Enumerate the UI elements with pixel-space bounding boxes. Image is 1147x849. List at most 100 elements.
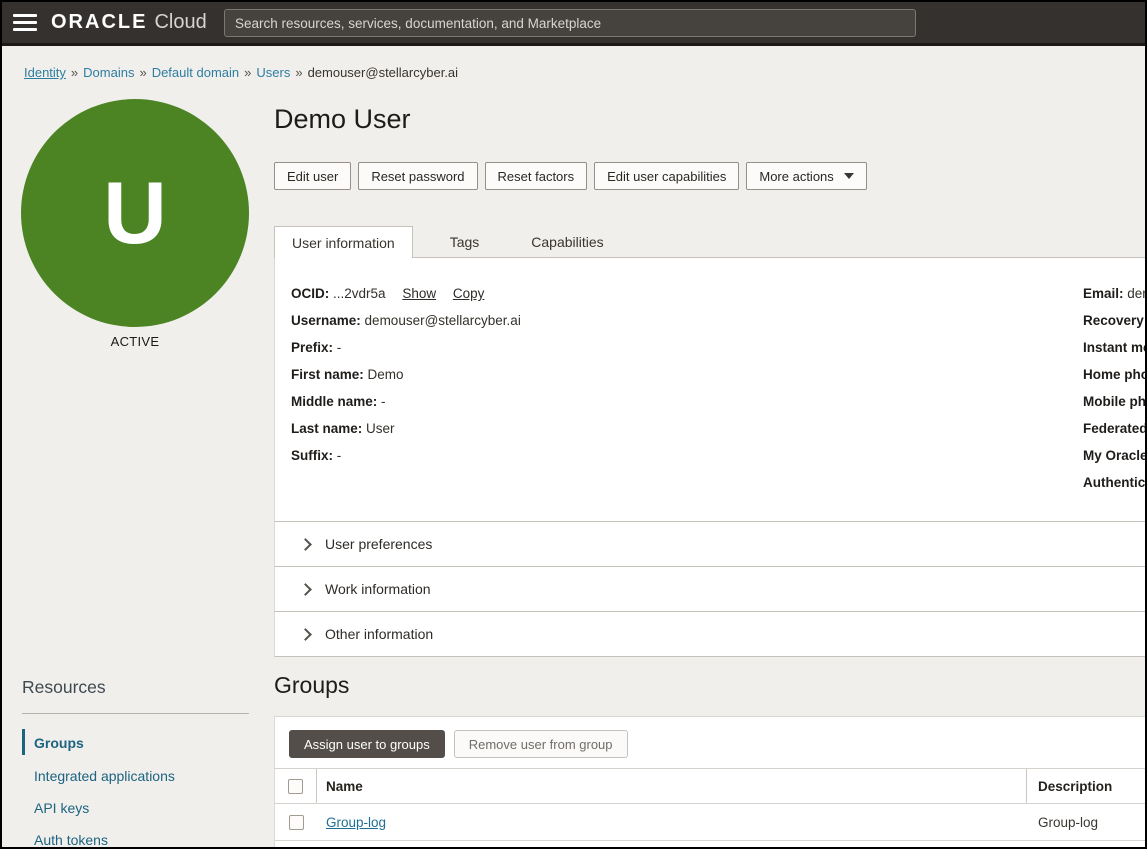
- resources-divider: [22, 713, 249, 714]
- brand-cloud: Cloud: [154, 11, 206, 34]
- email-value: dem: [1127, 286, 1147, 301]
- groups-toolbar: Assign user to groups Remove user from g…: [289, 730, 628, 758]
- suffix-field: Suffix: -: [291, 442, 521, 469]
- email-label: Email:: [1083, 286, 1124, 301]
- first-name-label: First name:: [291, 367, 364, 382]
- breadcrumb-identity[interactable]: Identity: [24, 65, 66, 80]
- more-actions-button[interactable]: More actions: [746, 162, 866, 190]
- edit-user-button[interactable]: Edit user: [274, 162, 351, 190]
- username-value: demouser@stellarcyber.ai: [365, 313, 521, 328]
- recovery-email-label: Recovery e: [1083, 313, 1147, 328]
- first-name-field: First name: Demo: [291, 361, 521, 388]
- assign-user-to-groups-button[interactable]: Assign user to groups: [289, 730, 445, 758]
- group-description-cell: Group-log: [1027, 815, 1098, 830]
- groups-table: Name Description Group-log Group-log: [275, 768, 1145, 841]
- last-name-value: User: [366, 421, 395, 436]
- page-title: Demo User: [274, 104, 411, 135]
- username-field: Username: demouser@stellarcyber.ai: [291, 307, 521, 334]
- user-actions-toolbar: Edit user Reset password Reset factors E…: [274, 162, 867, 190]
- oracle-cloud-logo[interactable]: ORACLE Cloud: [51, 11, 207, 34]
- section-user-preferences[interactable]: User preferences: [274, 521, 1145, 566]
- groups-panel: Assign user to groups Remove user from g…: [274, 716, 1145, 849]
- select-all-cell: [275, 769, 317, 803]
- last-name-field: Last name: User: [291, 415, 521, 442]
- edit-user-capabilities-button[interactable]: Edit user capabilities: [594, 162, 739, 190]
- sidebar-item-auth-tokens[interactable]: Auth tokens: [34, 832, 108, 848]
- federated-field: Federated:: [1083, 415, 1147, 442]
- chevron-right-icon: [299, 538, 312, 551]
- row-checkbox[interactable]: [289, 815, 304, 830]
- top-navigation-bar: ORACLE Cloud: [2, 2, 1145, 46]
- last-name-label: Last name:: [291, 421, 362, 436]
- ocid-field: OCID: ...2vdr5a Show Copy: [291, 280, 521, 307]
- breadcrumb-domains[interactable]: Domains: [83, 65, 134, 80]
- my-oracle-field: My Oracle: [1083, 442, 1147, 469]
- prefix-field: Prefix: -: [291, 334, 521, 361]
- instant-messaging-label: Instant mes: [1083, 340, 1147, 355]
- prefix-label: Prefix:: [291, 340, 333, 355]
- tab-tags[interactable]: Tags: [433, 226, 497, 257]
- breadcrumb-separator: »: [244, 65, 251, 80]
- sidebar-item-api-keys[interactable]: API keys: [34, 800, 89, 816]
- tab-user-information[interactable]: User information: [274, 226, 413, 258]
- search-input[interactable]: [224, 9, 916, 37]
- mobile-phone-field: Mobile pho: [1083, 388, 1147, 415]
- mobile-phone-label: Mobile pho: [1083, 394, 1147, 409]
- username-label: Username:: [291, 313, 361, 328]
- section-work-information[interactable]: Work information: [274, 566, 1145, 611]
- chevron-down-icon: [844, 173, 854, 179]
- row-select-cell: [275, 804, 317, 840]
- groups-title: Groups: [274, 672, 349, 699]
- remove-user-from-group-button[interactable]: Remove user from group: [454, 730, 628, 758]
- ocid-show-link[interactable]: Show: [402, 286, 436, 301]
- sidebar-active-indicator: [22, 729, 25, 755]
- authentication-label: Authentica: [1083, 475, 1147, 490]
- middle-name-field: Middle name: -: [291, 388, 521, 415]
- user-info-left-column: OCID: ...2vdr5a Show Copy Username: demo…: [291, 280, 521, 469]
- middle-name-label: Middle name:: [291, 394, 377, 409]
- select-all-checkbox[interactable]: [288, 779, 303, 794]
- federated-label: Federated:: [1083, 421, 1147, 436]
- hamburger-menu-icon[interactable]: [13, 14, 37, 31]
- user-avatar: U: [21, 99, 249, 327]
- home-phone-label: Home phon: [1083, 367, 1147, 382]
- first-name-value: Demo: [368, 367, 404, 382]
- table-row: Group-log Group-log: [275, 804, 1145, 841]
- breadcrumb-separator: »: [295, 65, 302, 80]
- resources-title: Resources: [22, 677, 106, 698]
- breadcrumb-separator: »: [71, 65, 78, 80]
- detail-tabs: User information Tags Capabilities: [274, 226, 1145, 258]
- tab-capabilities[interactable]: Capabilities: [514, 226, 620, 257]
- sidebar-item-integrated-applications[interactable]: Integrated applications: [34, 768, 175, 784]
- ocid-value: ...2vdr5a: [333, 286, 386, 301]
- suffix-value: -: [337, 448, 342, 463]
- chevron-right-icon: [299, 628, 312, 641]
- breadcrumb-current-user: demouser@stellarcyber.ai: [308, 65, 458, 80]
- breadcrumb-separator: »: [139, 65, 146, 80]
- prefix-value: -: [337, 340, 342, 355]
- section-user-preferences-label: User preferences: [325, 536, 432, 552]
- groups-table-header: Name Description: [275, 768, 1145, 804]
- breadcrumb: Identity » Domains » Default domain » Users » de…: [24, 65, 458, 80]
- oracle-cloud-console-window: ORACLE Cloud Identity » Domains » Default do…: [0, 0, 1147, 849]
- reset-factors-button[interactable]: Reset factors: [485, 162, 588, 190]
- breadcrumb-default-domain[interactable]: Default domain: [152, 65, 239, 80]
- recovery-email-field: Recovery e: [1083, 307, 1147, 334]
- middle-name-value: -: [381, 394, 386, 409]
- sidebar-item-groups[interactable]: Groups: [34, 735, 84, 751]
- description-column-header: Description: [1027, 779, 1112, 794]
- brand-oracle: ORACLE: [51, 11, 147, 34]
- breadcrumb-users[interactable]: Users: [256, 65, 290, 80]
- chevron-right-icon: [299, 583, 312, 596]
- ocid-copy-link[interactable]: Copy: [453, 286, 485, 301]
- more-actions-label: More actions: [759, 169, 833, 184]
- group-name-cell: Group-log: [317, 804, 1027, 840]
- section-other-information[interactable]: Other information: [274, 611, 1145, 657]
- group-log-link[interactable]: Group-log: [326, 815, 386, 830]
- suffix-label: Suffix:: [291, 448, 333, 463]
- section-work-information-label: Work information: [325, 581, 431, 597]
- user-info-right-column: Email: dem Recovery e Instant mes Home p…: [1083, 280, 1147, 496]
- section-other-information-label: Other information: [325, 626, 433, 642]
- reset-password-button[interactable]: Reset password: [358, 162, 477, 190]
- name-column-header: Name: [317, 769, 1027, 803]
